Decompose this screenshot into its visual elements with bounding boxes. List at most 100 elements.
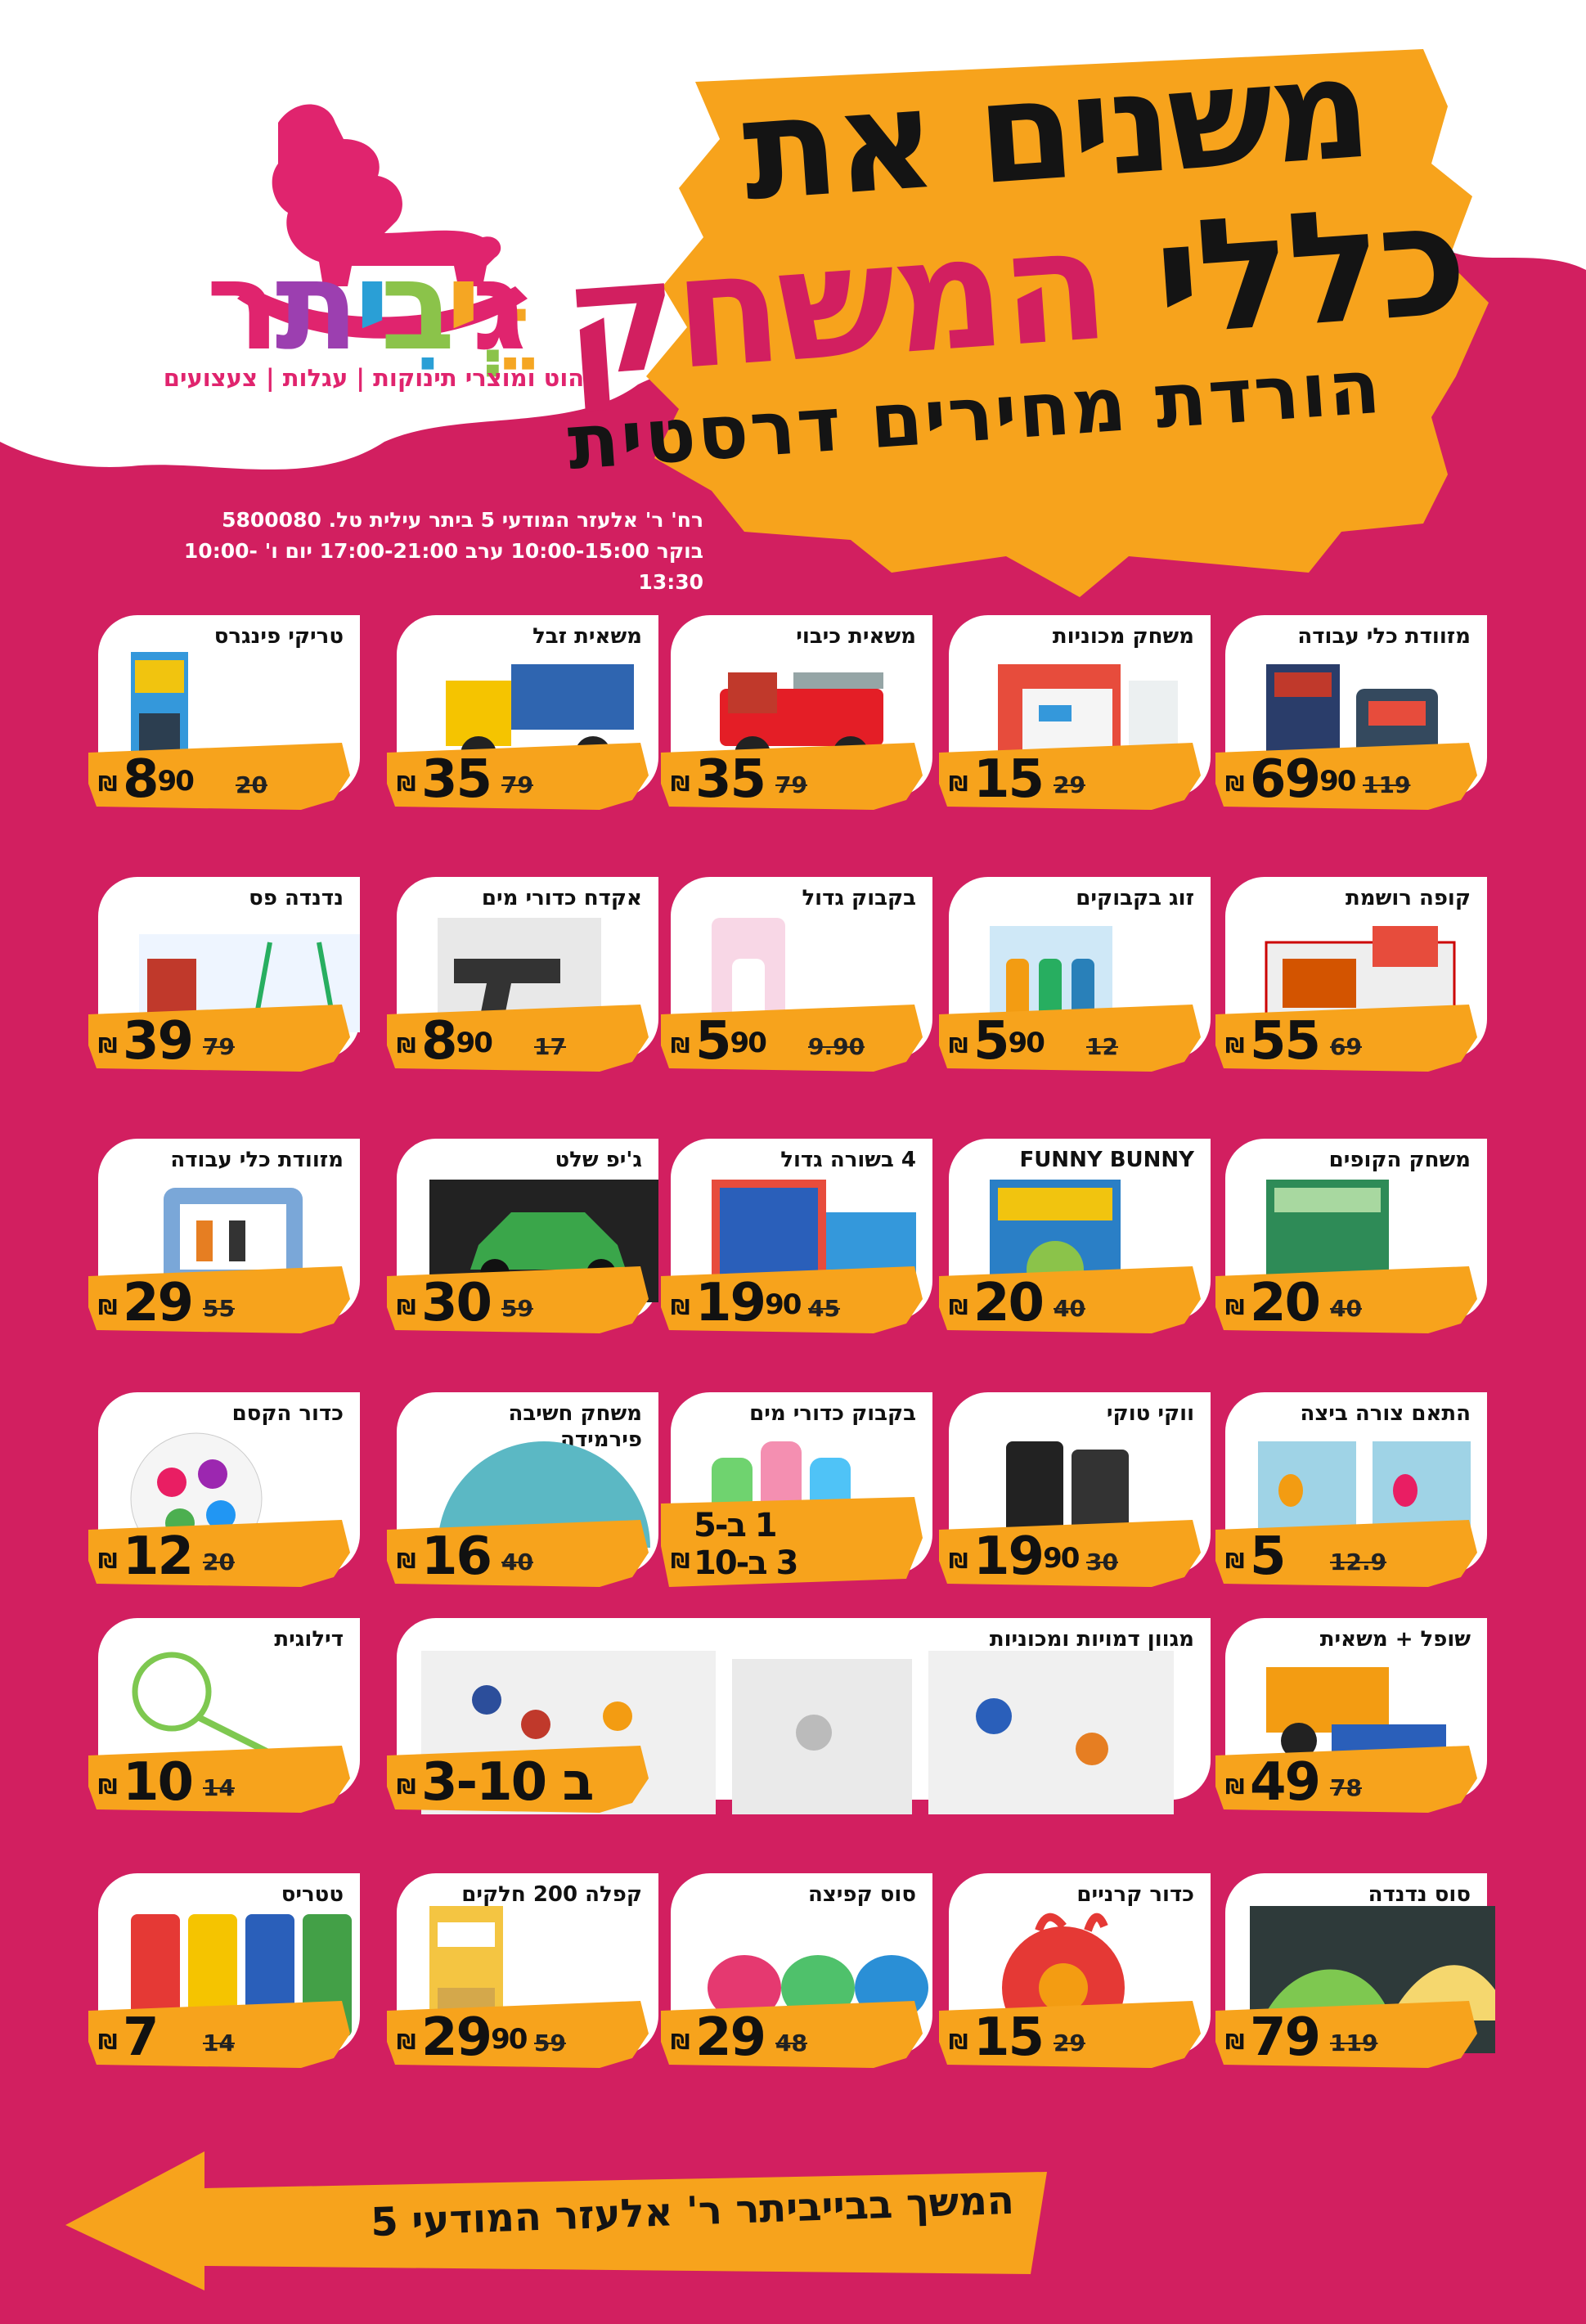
sale-price: 1990 [973, 1528, 1080, 1585]
price-tag: ₪ 1 ב-5 3 ב-10 [661, 1497, 923, 1587]
shekel-sign: ₪ [397, 772, 416, 797]
sale-price-cents: 90 [456, 1027, 493, 1059]
sale-price: 35 [695, 749, 766, 810]
sale-price: 35 [421, 751, 492, 808]
sale-price-whole: 55 [1250, 1011, 1321, 1072]
sale-price: 5 [1250, 1528, 1287, 1585]
product-card[interactable]: בקבוק גדול ₪ 590 9.90 [661, 877, 932, 1072]
sale-price-whole: 69 [1250, 749, 1321, 810]
price-tag: ₪ 16 40 [387, 1520, 649, 1587]
sale-price-whole: 8 [421, 1011, 458, 1072]
product-card[interactable]: זוג בקבוקים ₪ 590 12 [939, 877, 1211, 1072]
price-tag: ₪ 2990 59 [387, 2001, 649, 2068]
product-card[interactable]: 4 בשורה גדול ₪ 1990 45 [661, 1139, 932, 1333]
product-name: בקבוק כדורי מים [749, 1401, 916, 1426]
product-name: טריקי פינגרס [213, 624, 344, 649]
sale-price: 7 [123, 2007, 159, 2068]
shekel-sign: ₪ [1225, 772, 1245, 797]
product-card[interactable]: קפלה 200 חלקים ₪ 2990 59 [387, 1873, 658, 2068]
product-card[interactable]: FUNNY BUNNY ₪ 20 40 [939, 1139, 1211, 1333]
sale-price: 590 [695, 1013, 767, 1070]
product-card[interactable]: דילוגית ₪ 10 14 [88, 1618, 360, 1813]
shekel-sign: ₪ [98, 1034, 118, 1059]
product-card[interactable]: טטריס ₪ 7 14 [88, 1873, 360, 2068]
price-tag: ₪ 890 17 [387, 1005, 649, 1072]
product-card[interactable]: ווקי טוקי ₪ 1990 30 [939, 1392, 1211, 1587]
price-tag: ₪ 79 119 [1215, 2001, 1477, 2068]
price-tag: ₪ 55 69 [1215, 1005, 1477, 1072]
sale-price: 890 [123, 751, 195, 808]
product-card[interactable]: משחק הקופים ₪ 20 40 [1215, 1139, 1487, 1333]
sale-price-whole: 7 [123, 2007, 159, 2068]
product-card[interactable]: אקדח כדורי מים ₪ 890 17 [387, 877, 658, 1072]
product-card[interactable]: משאית כיבוי ₪ 35 79 [661, 615, 932, 810]
product-name: מזוודת כלי עבודה [170, 1148, 344, 1172]
sale-price: 39 [123, 1013, 194, 1070]
original-price: 48 [775, 2030, 807, 2057]
shekel-sign: ₪ [98, 1296, 118, 1320]
original-price: 12 [1086, 1033, 1118, 1060]
product-card[interactable]: טריקי פינגרס ₪ 890 20 [88, 615, 360, 810]
product-card[interactable]: משחק מכוניות ₪ 15 29 [939, 615, 1211, 810]
product-name: התאם צורה ביצה [1300, 1401, 1471, 1426]
sale-price-whole: 79 [1250, 2007, 1321, 2068]
sale-price-cents: 90 [491, 2023, 528, 2056]
product-name: משאית כיבוי [796, 624, 916, 649]
original-price: 29 [1054, 2030, 1085, 2057]
product-card[interactable]: קופה רושמת ₪ 55 69 [1215, 877, 1487, 1072]
sale-price: 15 [973, 2009, 1045, 2066]
sale-price-cents: 90 [730, 1027, 767, 1059]
shekel-sign: ₪ [671, 2030, 690, 2055]
product-card[interactable]: התאם צורה ביצה ₪ 5 12.9 [1215, 1392, 1487, 1587]
product-card[interactable]: ג'יפ שלט ₪ 30 59 [387, 1139, 658, 1333]
original-price: 79 [775, 771, 807, 798]
sale-price-whole: 3-ב 10 [421, 1752, 594, 1813]
brand-letter: ִי [353, 236, 385, 378]
original-price: 78 [1330, 1774, 1362, 1801]
product-card[interactable]: משאית זבל ₪ 35 79 [387, 615, 658, 810]
product-card[interactable]: מגוון דמויות ומכוניות ₪ 3-ב 10 [387, 1618, 1211, 1814]
price-tag: ₪ 29 48 [661, 2001, 923, 2068]
product-card[interactable]: משחק חשיבה פירמידה ₪ 16 40 [387, 1392, 658, 1587]
product-name: טטריס [281, 1882, 344, 1907]
product-name: משאית זבל [532, 624, 642, 649]
price-tag: ₪ 20 40 [1215, 1266, 1477, 1333]
sale-price-whole: 12 [123, 1526, 194, 1587]
original-price: 79 [501, 771, 533, 798]
product-name: משחק מכוניות [1052, 624, 1194, 649]
product-card[interactable]: כדור הקסם ₪ 12 20 [88, 1392, 360, 1587]
price-tag: ₪ 15 29 [939, 743, 1201, 810]
original-price: 59 [534, 2030, 566, 2057]
original-price: 30 [1086, 1549, 1118, 1576]
price-tag: ₪ 3-ב 10 [387, 1746, 649, 1813]
sale-price-whole: 20 [1250, 1273, 1321, 1333]
shekel-sign: ₪ [671, 1034, 690, 1059]
product-name: משחק הקופים [1328, 1148, 1471, 1172]
sale-price: 2990 [421, 2009, 528, 2066]
product-card[interactable]: שופל + משאית ₪ 49 78 [1215, 1618, 1487, 1813]
sale-price-whole: 29 [123, 1273, 194, 1333]
sale-price-whole: 15 [973, 749, 1045, 810]
sale-price: 55 [1250, 1011, 1321, 1072]
product-card[interactable]: מזוודת כלי עבודה ₪ 6990 119 [1215, 615, 1487, 810]
shekel-sign: ₪ [949, 1549, 968, 1574]
sale-price: 20 [973, 1274, 1045, 1332]
price-tag: ₪ 12 20 [88, 1520, 350, 1587]
shekel-sign: ₪ [98, 772, 118, 797]
original-price: 20 [203, 1549, 235, 1576]
price-tag: ₪ 1990 45 [661, 1266, 923, 1333]
product-name: ג'יפ שלט [555, 1148, 643, 1172]
product-card[interactable]: כדור קרניים ₪ 15 29 [939, 1873, 1211, 2068]
original-price: 14 [203, 1774, 235, 1801]
product-card[interactable]: בקבוק כדורי מים ₪ 1 ב-5 3 ב-10 [661, 1392, 932, 1587]
shekel-sign: ₪ [397, 1549, 416, 1574]
sale-price-whole: 35 [695, 749, 766, 810]
price-tag: ₪ 6990 119 [1215, 743, 1477, 810]
product-card[interactable]: סוס נדנדה ₪ 79 119 [1215, 1873, 1495, 2068]
product-card[interactable]: נדנדה פס ₪ 39 79 [88, 877, 360, 1072]
price-tag: ₪ 10 14 [88, 1746, 350, 1813]
price-tag: ₪ 890 20 [88, 743, 350, 810]
product-card[interactable]: סוס קפיצה ₪ 29 48 [661, 1873, 932, 2068]
sale-price: 29 [695, 2009, 766, 2066]
product-card[interactable]: מזוודת כלי עבודה ₪ 29 55 [88, 1139, 360, 1333]
